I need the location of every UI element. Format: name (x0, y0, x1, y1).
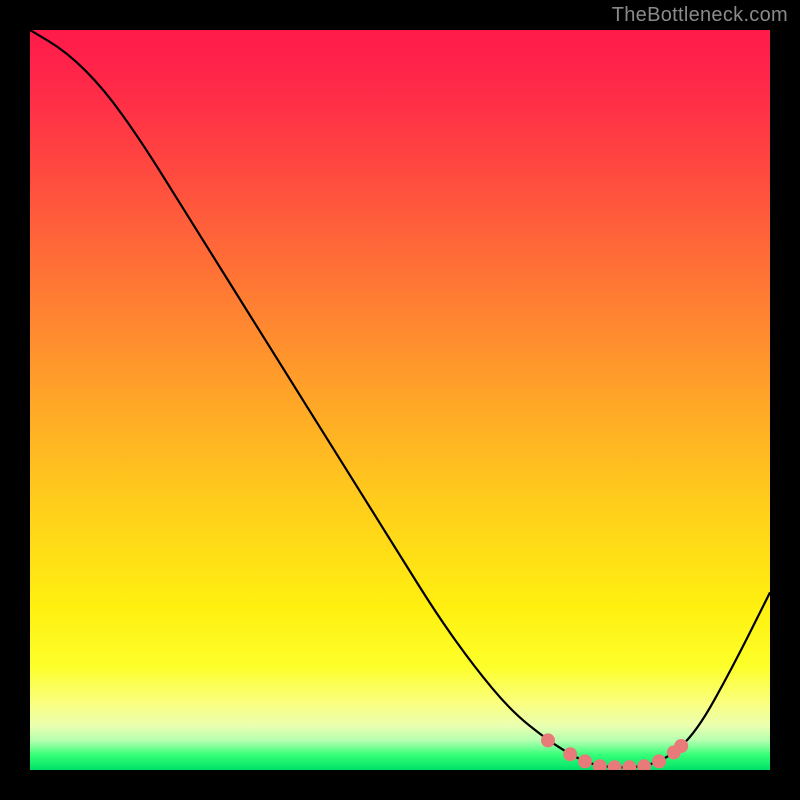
flat-marker (541, 733, 555, 747)
flat-marker (652, 754, 666, 768)
plot-area (30, 30, 770, 770)
flat-marker (622, 760, 636, 770)
flat-marker (593, 759, 607, 770)
flat-marker (674, 739, 688, 753)
bottleneck-curve (30, 30, 770, 767)
curve-layer (30, 30, 770, 770)
flat-marker (563, 747, 577, 761)
flat-marker (608, 760, 622, 770)
flat-zone-markers (541, 733, 688, 770)
chart-frame: TheBottleneck.com (0, 0, 800, 800)
flat-marker (578, 754, 592, 768)
watermark-text: TheBottleneck.com (612, 4, 788, 27)
flat-marker (637, 759, 651, 770)
